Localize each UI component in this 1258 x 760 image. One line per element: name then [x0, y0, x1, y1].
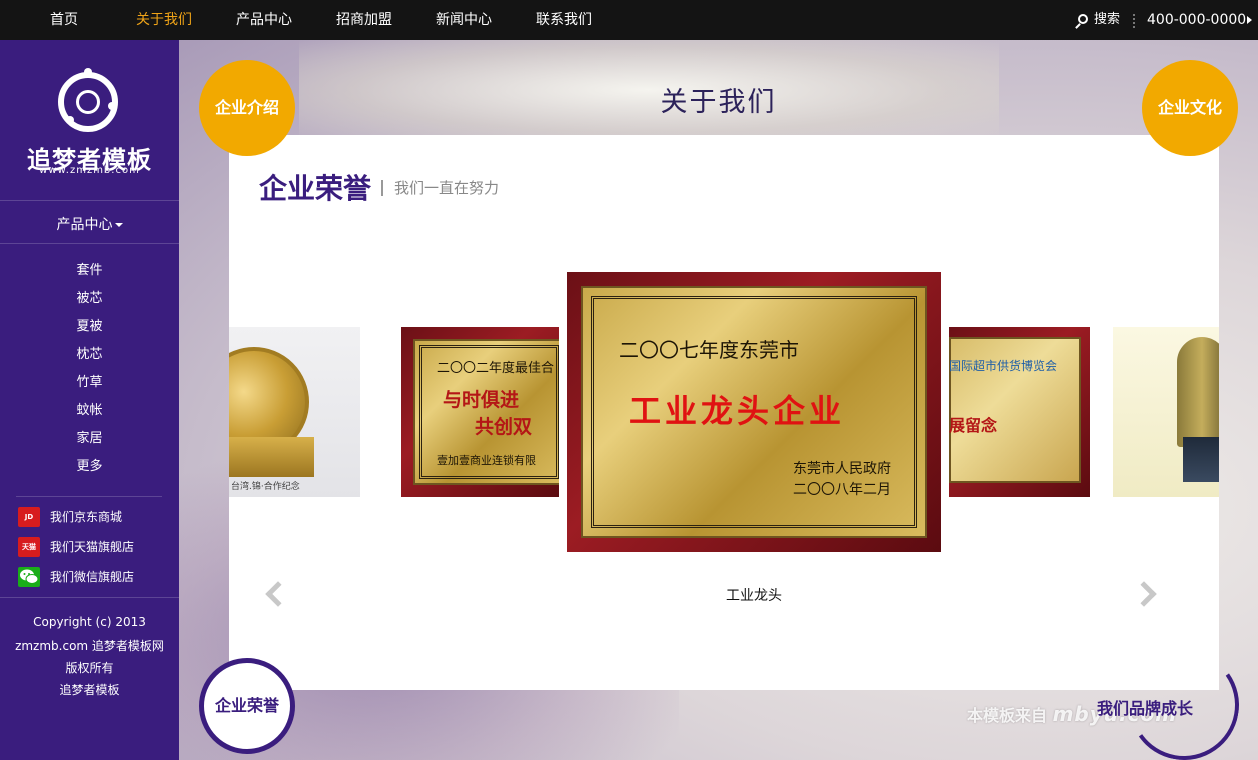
nav-products[interactable]: 产品中心 [214, 0, 314, 40]
copyright-line: 版权所有 [65, 661, 114, 675]
sidebar-item-quilt-core[interactable]: 被芯 [0, 287, 179, 306]
sidebar-item-bamboo[interactable]: 竹草 [0, 371, 179, 390]
main-content: 关于我们 企业荣誉 我们一直在努力 台湾.锦·合作纪念 二〇〇二年度最佳合 与时… [179, 40, 1258, 760]
sidebar: 追梦者模板 www.zmzmb.com 产品中心 套件 被芯 夏被 枕芯 竹草 … [0, 40, 179, 760]
sidebar-item-more[interactable]: 更多 [0, 455, 179, 474]
section-subtitle: 我们一直在努力 [394, 179, 500, 197]
product-menu-label: 产品中心 [56, 217, 113, 233]
nav-contact[interactable]: 联系我们 [514, 0, 614, 40]
nav-home[interactable]: 首页 [14, 0, 114, 40]
copyright-line: zmzmb.com 追梦者模板网 [15, 639, 164, 653]
arrow-right-icon[interactable] [1247, 16, 1252, 24]
divider [0, 200, 179, 201]
honor-panel: 企业荣誉 我们一直在努力 台湾.锦·合作纪念 二〇〇二年度最佳合 与时俱进 共创… [229, 135, 1219, 690]
page-title: 关于我们 [660, 87, 777, 118]
search-icon [1078, 14, 1088, 24]
brand-growth-button[interactable]: 我们品牌成长 [1097, 695, 1193, 719]
plaque-center-line1: 二〇〇七年度东莞市 [619, 338, 799, 362]
nav-franchise[interactable]: 招商加盟 [314, 0, 414, 40]
divider [0, 243, 179, 244]
tmall-icon: 天猫 [18, 537, 40, 557]
shop-label: 我们京东商城 [50, 510, 123, 524]
plaque-center-line4: 二〇〇八年二月 [793, 482, 891, 498]
copyright-line: Copyright (c) 2013 [33, 615, 146, 629]
nav-news[interactable]: 新闻中心 [414, 0, 514, 40]
carousel-slide-trophy[interactable] [1113, 327, 1219, 497]
shop-label: 我们微信旗舰店 [50, 570, 135, 584]
carousel-slide-plaque-right[interactable]: 国际超市供货博览会 展留念 [949, 327, 1090, 497]
company-honor-button[interactable]: 企业荣誉 [199, 658, 295, 754]
search-label: 搜索 [1094, 12, 1121, 27]
sidebar-item-mosquito-net[interactable]: 蚊帐 [0, 399, 179, 418]
plaque-left-line2: 与时俱进 [443, 389, 520, 411]
carousel-slide-plaque-left[interactable]: 二〇〇二年度最佳合 与时俱进 共创双 壹加壹商业连锁有限 [401, 327, 559, 497]
watermark-prefix: 本模板来自 [967, 706, 1048, 725]
nav-separator [1133, 14, 1135, 28]
plaque-right-line2: 展留念 [949, 416, 998, 435]
logo-icon[interactable] [58, 68, 118, 132]
shop-label: 我们天猫旗舰店 [50, 540, 135, 554]
sidebar-item-sets[interactable]: 套件 [0, 259, 179, 278]
sidebar-item-pillow[interactable]: 枕芯 [0, 343, 179, 362]
nav-about[interactable]: 关于我们 [114, 0, 214, 40]
caret-down-icon [114, 223, 123, 227]
section-title: 企业荣誉 [259, 172, 372, 205]
divider [16, 496, 162, 497]
copyright-line: 追梦者模板 [59, 683, 120, 697]
company-intro-button[interactable]: 企业介绍 [199, 60, 295, 156]
phone-number: 400-000-0000 [1147, 12, 1247, 28]
carousel-slide-medal[interactable]: 台湾.锦·合作纪念 [229, 327, 360, 497]
plaque-left-line1: 二〇〇二年度最佳合 [437, 361, 555, 376]
plaque-center-line3: 东莞市人民政府 [793, 461, 891, 477]
plaque-left-line4: 壹加壹商业连锁有限 [437, 454, 536, 467]
plaque-center-line2: 工业龙头企业 [629, 392, 846, 430]
medal-caption: 台湾.锦·合作纪念 [231, 482, 300, 492]
plaque-right-line1: 国际超市供货博览会 [949, 359, 1058, 373]
search-button[interactable]: 搜索 [1078, 0, 1120, 40]
divider [0, 597, 179, 598]
company-culture-button[interactable]: 企业文化 [1142, 60, 1238, 156]
jd-icon: JD [18, 507, 40, 527]
sidebar-item-home[interactable]: 家居 [0, 427, 179, 446]
product-menu-toggle[interactable]: 产品中心 [0, 214, 179, 234]
section-divider [381, 180, 383, 196]
slide-caption: 工业龙头 [726, 588, 782, 604]
sidebar-item-summer-quilt[interactable]: 夏被 [0, 315, 179, 334]
carousel-slide-plaque-center[interactable]: 二〇〇七年度东莞市 工业龙头企业 东莞市人民政府 二〇〇八年二月 [567, 272, 941, 552]
top-nav: 首页 关于我们 产品中心 招商加盟 新闻中心 联系我们 搜索 400-000-0… [0, 0, 1258, 40]
plaque-left-line3: 共创双 [475, 416, 533, 438]
logo-url: www.zmzmb.com [39, 165, 140, 176]
wechat-icon [18, 567, 40, 587]
